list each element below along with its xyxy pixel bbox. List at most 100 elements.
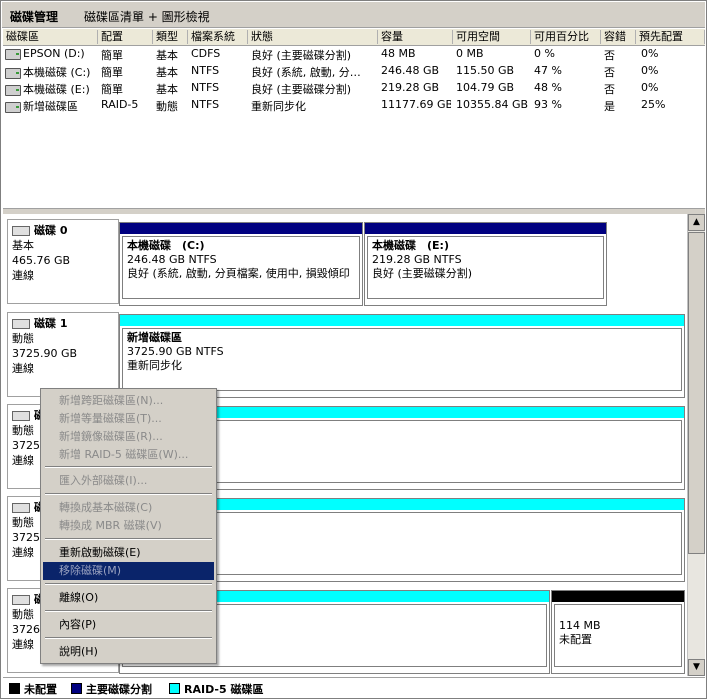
volume-overhead: 25% (641, 98, 666, 111)
column-header-percent-free[interactable]: 可用百分比 (531, 30, 601, 44)
primary-partition-bar (120, 223, 362, 234)
volume-layout: 簡單 (101, 49, 123, 62)
disk-status: 連線 (12, 269, 34, 282)
vertical-scrollbar[interactable]: ▲ ▼ (687, 214, 705, 676)
raid5-volume-disk-1[interactable]: 新增磁碟區 3725.90 GB NTFS 重新同步化 (119, 314, 685, 398)
menu-item-reactivate-disk[interactable]: 重新啟動磁碟(E) (43, 544, 214, 562)
column-header-capacity[interactable]: 容量 (378, 30, 453, 44)
partition-name: 新增磁碟區 (127, 331, 182, 344)
partition-size: 246.48 GB NTFS (127, 253, 217, 266)
scroll-thumb[interactable] (688, 232, 705, 554)
disk-icon (12, 411, 30, 421)
column-header-type[interactable]: 類型 (153, 30, 188, 44)
column-header-status[interactable]: 狀態 (248, 30, 378, 44)
column-header-fault-tolerance[interactable]: 容錯 (601, 30, 636, 44)
column-header-overhead[interactable]: 預先配置 (636, 30, 705, 44)
partition-size: 3725.90 GB NTFS (127, 345, 224, 358)
partition-size: 219.28 GB NTFS (372, 253, 462, 266)
scroll-up-arrow-icon[interactable]: ▲ (688, 214, 705, 231)
menu-separator (45, 493, 212, 495)
volume-free-space: 115.50 GB (456, 64, 515, 77)
volume-filesystem: NTFS (191, 64, 220, 77)
volume-type: 基本 (156, 83, 178, 96)
volume-capacity: 219.28 GB (381, 81, 440, 94)
column-header-volume[interactable]: 磁碟區 (3, 30, 98, 44)
disk-0-info[interactable]: 磁碟 0 基本 465.76 GB 連線 (7, 219, 119, 304)
menu-item-new-striped-volume[interactable]: 新增等量磁碟區(T)... (43, 410, 214, 428)
partition-name: 本機磁碟 (C:) (127, 239, 205, 252)
volume-percent-free: 0 % (534, 47, 555, 60)
volume-layout: 簡單 (101, 83, 123, 96)
menu-item-remove-disk[interactable]: 移除磁碟(M) (43, 562, 214, 580)
volume-status: 良好 (主要磁碟分割) (251, 49, 352, 62)
volume-name: 新增磁碟區 (23, 100, 78, 113)
volume-status: 良好 (主要磁碟分割) (251, 83, 352, 96)
primary-partition-bar (365, 223, 606, 234)
view-title: 磁碟區清單 + 圖形檢視 (84, 10, 210, 24)
menu-item-help[interactable]: 說明(H) (43, 643, 214, 661)
menu-item-properties[interactable]: 內容(P) (43, 616, 214, 634)
menu-item-new-mirrored-volume[interactable]: 新增鏡像磁碟區(R)... (43, 428, 214, 446)
disk-type: 基本 (12, 239, 34, 252)
menu-separator (45, 637, 212, 639)
volume-capacity: 48 MB (381, 47, 416, 60)
menu-item-offline[interactable]: 離線(O) (43, 589, 214, 607)
menu-separator (45, 538, 212, 540)
disk-type: 動態 (12, 332, 34, 345)
scroll-down-arrow-icon[interactable]: ▼ (688, 659, 705, 676)
menu-item-new-raid5-volume[interactable]: 新增 RAID-5 磁碟區(W)... (43, 446, 214, 464)
disk-status: 連線 (12, 362, 34, 375)
column-header-free-space[interactable]: 可用空間 (453, 30, 531, 44)
partition-status: 重新同步化 (127, 359, 182, 372)
legend-item-primary-partition: 主要磁碟分割 (71, 681, 152, 697)
volume-layout: RAID-5 (101, 98, 139, 111)
disk-icon (12, 319, 30, 329)
volume-fault-tolerance: 是 (604, 100, 615, 113)
volume-percent-free: 47 % (534, 64, 562, 77)
disk-1-info[interactable]: 磁碟 1 動態 3725.90 GB 連線 (7, 312, 119, 397)
volume-name: 本機磁碟 (E:) (23, 83, 90, 96)
column-header-layout[interactable]: 配置 (98, 30, 153, 44)
menu-item-new-spanned-volume[interactable]: 新增跨距磁碟區(N)... (43, 392, 214, 410)
volume-name: 本機磁碟 (C:) (23, 66, 91, 79)
volume-fault-tolerance: 否 (604, 83, 615, 96)
menu-item-convert-to-mbr[interactable]: 轉換成 MBR 磁碟(V) (43, 517, 214, 535)
volume-status: 良好 (系統, 啟動, 分… (251, 66, 361, 79)
unallocated-label: 未配置 (559, 633, 592, 646)
menu-item-convert-to-basic[interactable]: 轉換成基本磁碟(C) (43, 499, 214, 517)
volume-row[interactable]: EPSON (D:) 簡單 基本 CDFS 良好 (主要磁碟分割) 48 MB … (3, 46, 705, 62)
unallocated-bar (552, 591, 684, 602)
volume-fault-tolerance: 否 (604, 49, 615, 62)
volume-fault-tolerance: 否 (604, 66, 615, 79)
disk-icon (12, 226, 30, 236)
disk-context-menu: 新增跨距磁碟區(N)... 新增等量磁碟區(T)... 新增鏡像磁碟區(R)..… (40, 388, 217, 664)
volume-layout: 簡單 (101, 66, 123, 79)
partition-status: 良好 (系統, 啟動, 分頁檔案, 使用中, 損毀傾印 (127, 267, 350, 280)
volume-row[interactable]: 本機磁碟 (E:) 簡單 基本 NTFS 良好 (主要磁碟分割) 219.28 … (3, 80, 705, 96)
legend: 未配置 主要磁碟分割 RAID-5 磁碟區 (3, 677, 705, 698)
volume-type: 基本 (156, 66, 178, 79)
volume-overhead: 0% (641, 64, 659, 77)
disk-name: 磁碟 0 (34, 224, 68, 237)
disk-drive-icon (5, 84, 21, 96)
volume-type: 基本 (156, 49, 178, 62)
volume-row[interactable]: 新增磁碟區 RAID-5 動態 NTFS 重新同步化 11177.69 GB 1… (3, 97, 705, 113)
volume-overhead: 0% (641, 47, 659, 60)
volume-capacity: 11177.69 GB (381, 98, 451, 111)
partition-c[interactable]: 本機磁碟 (C:) 246.48 GB NTFS 良好 (系統, 啟動, 分頁檔… (119, 222, 363, 306)
volume-filesystem: NTFS (191, 98, 220, 111)
raid5-bar (120, 315, 684, 326)
column-header-filesystem[interactable]: 檔案系統 (188, 30, 248, 44)
volume-row[interactable]: 本機磁碟 (C:) 簡單 基本 NTFS 良好 (系統, 啟動, 分… 246.… (3, 63, 705, 79)
disk-icon (12, 595, 30, 605)
volume-overhead: 0% (641, 81, 659, 94)
window-title: 磁碟管理 (10, 10, 59, 24)
volume-percent-free: 48 % (534, 81, 562, 94)
legend-swatch (71, 683, 82, 694)
menu-item-import-foreign-disks[interactable]: 匯入外部磁碟(I)... (43, 472, 214, 490)
partition-e[interactable]: 本機磁碟 (E:) 219.28 GB NTFS 良好 (主要磁碟分割) (364, 222, 607, 306)
disk-size: 465.76 GB (12, 254, 71, 267)
unallocated-size: 114 MB (559, 619, 601, 632)
volume-status: 重新同步化 (251, 100, 306, 113)
unallocated-space[interactable]: 114 MB 未配置 (551, 590, 685, 674)
